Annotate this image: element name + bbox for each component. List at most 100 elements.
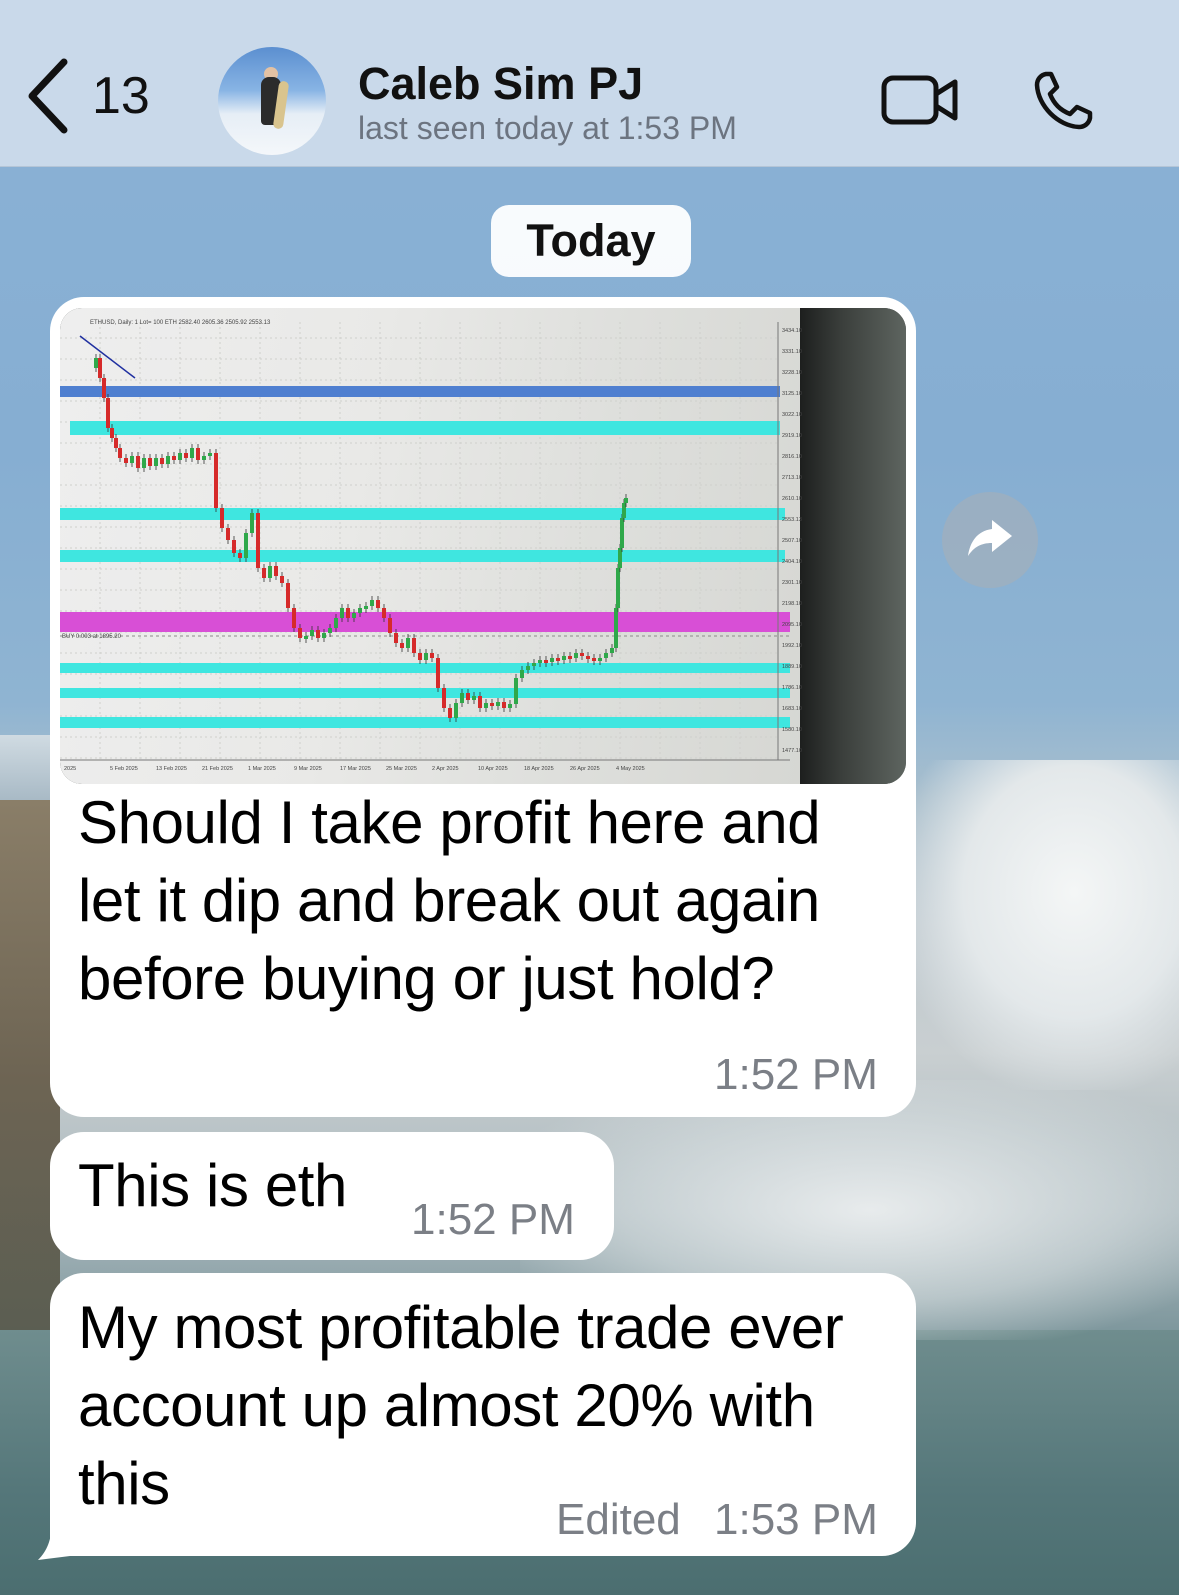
- back-button[interactable]: 13: [26, 58, 150, 134]
- candle: [580, 653, 584, 656]
- candle: [490, 703, 494, 706]
- forward-button[interactable]: [942, 492, 1038, 588]
- candle: [472, 696, 476, 700]
- candle: [624, 498, 628, 503]
- candle: [454, 703, 458, 718]
- candle: [618, 548, 622, 568]
- date-tick-label: 13 Feb 2025: [156, 766, 187, 772]
- date-tick-label: 1 Mar 2025: [248, 766, 276, 772]
- candle: [418, 653, 422, 660]
- last-seen-status: last seen today at 1:53 PM: [358, 110, 737, 146]
- candle: [400, 643, 404, 648]
- date-tick-label: 5 Feb 2025: [110, 766, 138, 772]
- candle: [190, 448, 194, 458]
- candle: [496, 702, 500, 706]
- message-time: 1:52 PM: [411, 1195, 575, 1244]
- price-tick-label: 3228.10: [782, 370, 802, 376]
- candle: [622, 503, 626, 518]
- candle: [196, 448, 200, 460]
- price-tick-label: 2919.10: [782, 433, 802, 439]
- price-tick-label: 1580.10: [782, 727, 802, 733]
- candle: [538, 660, 542, 663]
- forward-icon: [966, 516, 1014, 565]
- candle: [424, 653, 428, 660]
- candle: [238, 553, 242, 558]
- photo-trading-chart: ETHUSD, Daily: 1 Lot= 100 ETH 2582.40 26…: [60, 320, 802, 772]
- price-tick-label: 1683.10: [782, 706, 802, 712]
- chat-header: 13 Caleb Sim PJ last seen today at 1:53 …: [0, 0, 1179, 167]
- price-tick-label: 3022.10: [782, 412, 802, 418]
- candle: [340, 608, 344, 618]
- date-tick-label: 2 Apr 2025: [432, 766, 459, 772]
- price-tick-label: 3434.10: [782, 328, 802, 334]
- date-tick-label: 18 Apr 2025: [524, 766, 554, 772]
- candle: [322, 633, 326, 638]
- date-tick-label: 17 Mar 2025: [340, 766, 371, 772]
- candle: [478, 696, 482, 708]
- candle: [154, 458, 158, 466]
- avatar[interactable]: [218, 47, 326, 155]
- date-tick-label: 10 Apr 2025: [478, 766, 508, 772]
- candle: [142, 458, 146, 468]
- candle: [220, 508, 224, 528]
- candle: [364, 606, 368, 609]
- price-tick-label: 2198.10: [782, 601, 802, 607]
- message-text: Should I take profit here and let it dip…: [78, 784, 821, 1018]
- candle: [544, 660, 548, 663]
- candle: [160, 458, 164, 464]
- date-tick-label: 2025: [64, 766, 76, 772]
- candle: [334, 618, 338, 628]
- price-tick-label: 2404.10: [782, 559, 802, 565]
- candle: [532, 663, 536, 666]
- phone-icon: [1032, 71, 1096, 136]
- unread-count: 13: [92, 67, 150, 125]
- candle: [214, 453, 218, 508]
- zone-cyan-5: [60, 688, 790, 698]
- price-tick-label: 2610.10: [782, 496, 802, 502]
- candle: [460, 693, 464, 703]
- contact-name[interactable]: Caleb Sim PJ: [358, 58, 643, 110]
- candle: [202, 456, 206, 460]
- message-time: 1:52 PM: [714, 1050, 878, 1099]
- zone-blue: [60, 386, 780, 397]
- candle: [610, 648, 614, 653]
- message-text: This is eth: [78, 1152, 348, 1219]
- candle: [130, 456, 134, 463]
- candle: [376, 600, 380, 608]
- candle: [244, 533, 248, 558]
- voice-call-button[interactable]: [1032, 68, 1096, 137]
- candle: [436, 658, 440, 688]
- candle: [562, 656, 566, 660]
- candle: [550, 658, 554, 662]
- message-photo[interactable]: ETHUSD, Daily: 1 Lot= 100 ETH 2582.40 26…: [60, 308, 906, 784]
- candle: [592, 658, 596, 661]
- price-tick-label: 2816.10: [782, 454, 802, 460]
- candle: [616, 568, 620, 608]
- candle: [256, 513, 260, 568]
- candle: [586, 656, 590, 659]
- candle: [262, 568, 266, 578]
- candle: [280, 576, 284, 583]
- message-text: My most profitable trade ever account up…: [78, 1289, 844, 1523]
- zone-magenta: [60, 612, 790, 632]
- candle: [124, 458, 128, 463]
- video-call-button[interactable]: [880, 72, 960, 133]
- candle: [250, 513, 254, 533]
- price-tick-label: 2301.10: [782, 580, 802, 586]
- candle: [316, 630, 320, 638]
- message-line: account up almost 20% with: [78, 1372, 815, 1439]
- date-tick-label: 26 Apr 2025: [570, 766, 600, 772]
- candle: [184, 453, 188, 458]
- candle: [412, 638, 416, 653]
- candle: [110, 428, 114, 438]
- candle: [382, 608, 386, 618]
- candle: [352, 613, 356, 618]
- wallpaper-waterfall: [900, 760, 1179, 1090]
- candle: [620, 518, 624, 548]
- price-tick-label: 1786.10: [782, 685, 802, 691]
- candle: [568, 656, 572, 659]
- candle: [232, 540, 236, 553]
- candle: [526, 666, 530, 670]
- candle: [502, 702, 506, 708]
- message-time: 1:53 PM: [714, 1495, 878, 1544]
